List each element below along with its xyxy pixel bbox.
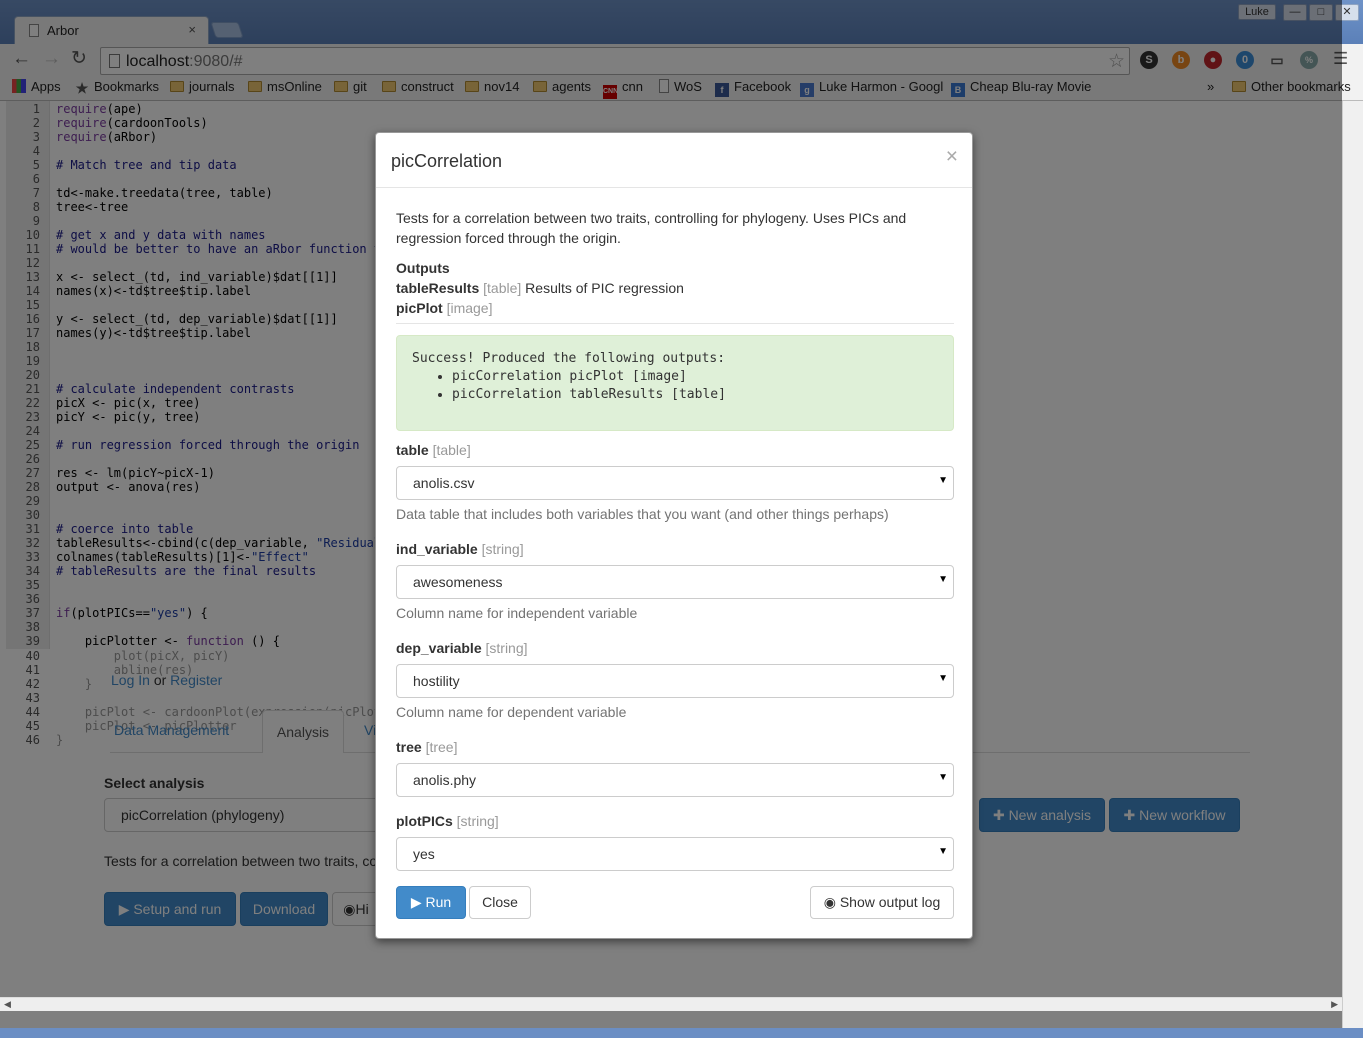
select-value: hostility: [413, 673, 460, 689]
show-output-log-button[interactable]: ◉ Show output log: [810, 886, 954, 919]
output-type: [image]: [446, 300, 493, 316]
output-row: tableResults [table] Results of PIC regr…: [396, 280, 684, 296]
output-row: picPlot [image]: [396, 300, 492, 316]
select-value: anolis.phy: [413, 772, 477, 788]
select-tree[interactable]: anolis.phy ▼: [396, 763, 954, 797]
close-button[interactable]: Close: [469, 886, 531, 919]
output-name: tableResults: [396, 280, 480, 296]
select-value: awesomeness: [413, 574, 503, 590]
field-type: [string]: [477, 541, 524, 557]
success-item: picCorrelation tableResults [table]: [452, 386, 938, 404]
select-ind-variable[interactable]: awesomeness ▼: [396, 565, 954, 599]
field-name: table: [396, 442, 429, 458]
divider: [396, 323, 954, 324]
field-label-tree: tree [tree]: [396, 739, 457, 755]
field-type: [string]: [481, 640, 528, 656]
scroll-left-icon[interactable]: ◀: [4, 999, 11, 1010]
chevron-down-icon: ▼: [938, 475, 948, 486]
modal-title: picCorrelation: [391, 151, 503, 171]
field-type: [tree]: [421, 739, 458, 755]
run-button[interactable]: ▶ Run: [396, 886, 466, 919]
chevron-down-icon: ▼: [938, 846, 948, 857]
outputs-label: Outputs: [396, 260, 450, 276]
success-item: picCorrelation picPlot [image]: [452, 368, 938, 386]
field-name: plotPICs: [396, 813, 453, 829]
field-label-dep-variable: dep_variable [string]: [396, 640, 528, 656]
field-help-ind-variable: Column name for independent variable: [396, 605, 638, 621]
play-icon: ▶: [410, 894, 426, 910]
field-label-plotPICs: plotPICs [string]: [396, 813, 499, 829]
modal-header: picCorrelation ×: [376, 133, 972, 188]
modal-description: Tests for a correlation between two trai…: [396, 210, 907, 246]
output-type: [table]: [483, 280, 522, 296]
pic-correlation-modal: picCorrelation × Tests for a correlation…: [375, 132, 973, 939]
scroll-right-icon[interactable]: ▶: [1331, 999, 1338, 1010]
field-help-dep-variable: Column name for dependent variable: [396, 704, 627, 720]
chevron-down-icon: ▼: [938, 772, 948, 783]
field-help-table: Data table that includes both variables …: [396, 506, 889, 522]
close-icon[interactable]: ×: [946, 146, 958, 167]
output-desc: Results of PIC regression: [525, 280, 684, 296]
field-name: dep_variable: [396, 640, 482, 656]
show-log-label: Show output log: [839, 894, 941, 910]
chevron-down-icon: ▼: [938, 574, 948, 585]
field-name: ind_variable: [396, 541, 478, 557]
select-table[interactable]: anolis.csv ▼: [396, 466, 954, 500]
select-dep-variable[interactable]: hostility ▼: [396, 664, 954, 698]
field-type: [table]: [428, 442, 471, 458]
output-name: picPlot: [396, 300, 443, 316]
eye-icon: ◉: [823, 894, 840, 910]
field-label-ind-variable: ind_variable [string]: [396, 541, 524, 557]
horizontal-scrollbar[interactable]: ◀ ▶: [0, 997, 1342, 1011]
select-value: yes: [413, 846, 435, 862]
field-label-table: table [table]: [396, 442, 471, 458]
field-type: [string]: [452, 813, 499, 829]
success-title: Success! Produced the following outputs:: [412, 351, 726, 366]
success-list: picCorrelation picPlot [image] picCorrel…: [452, 368, 938, 404]
window-frame-bottom: [0, 1028, 1363, 1038]
select-plotPICs[interactable]: yes ▼: [396, 837, 954, 871]
vertical-scrollbar[interactable]: [1342, 101, 1363, 1038]
run-label: Run: [425, 894, 452, 910]
field-name: tree: [396, 739, 422, 755]
chevron-down-icon: ▼: [938, 673, 948, 684]
select-value: anolis.csv: [413, 475, 475, 491]
success-alert: Success! Produced the following outputs:…: [396, 335, 954, 431]
